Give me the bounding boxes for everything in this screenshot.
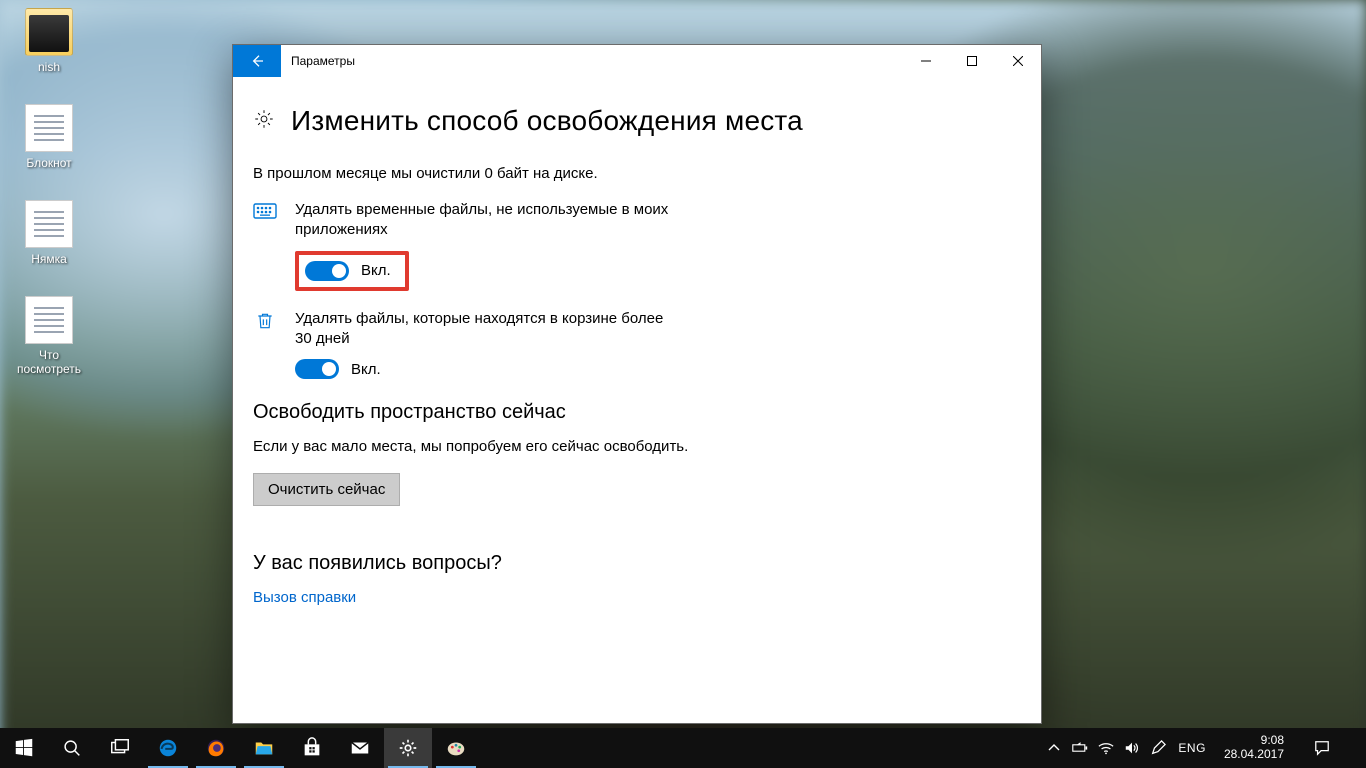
taskbar-app-mail[interactable] [336, 728, 384, 768]
last-cleaned-text: В прошлом месяце мы очистили 0 байт на д… [253, 165, 1021, 182]
desktop-icon-label: Что посмотреть [10, 348, 88, 376]
taskbar: ENG 9:08 28.04.2017 [0, 728, 1366, 768]
gear-icon [397, 737, 419, 759]
textfile-icon [25, 200, 73, 248]
textfile-icon [25, 104, 73, 152]
setting-recycle-bin: Удалять файлы, которые находятся в корзи… [253, 309, 1021, 380]
maximize-icon [967, 56, 977, 66]
toggle-recycle-bin[interactable]: Вкл. [295, 359, 675, 379]
setting-description: Удалять файлы, которые находятся в корзи… [295, 309, 675, 350]
page-title: Изменить способ освобождения места [291, 105, 803, 137]
annotation-highlight: Вкл. [295, 251, 409, 291]
window-content: Изменить способ освобождения места В про… [233, 77, 1041, 626]
toggle-label: Вкл. [361, 262, 391, 279]
battery-icon [1072, 740, 1088, 756]
action-center-button[interactable] [1302, 740, 1342, 756]
help-heading: У вас появились вопросы? [253, 552, 1021, 575]
minimize-button[interactable] [903, 45, 949, 77]
textfile-icon [25, 296, 73, 344]
notification-icon [1314, 740, 1330, 756]
close-icon [1013, 56, 1023, 66]
titlebar[interactable]: Параметры [233, 45, 1041, 77]
clock[interactable]: 9:08 28.04.2017 [1218, 734, 1290, 762]
desktop-icon-label: Нямка [10, 252, 88, 266]
clock-date: 28.04.2017 [1224, 748, 1284, 762]
system-tray[interactable] [1046, 740, 1166, 756]
trash-icon [253, 311, 277, 336]
start-button[interactable] [0, 728, 48, 768]
taskview-icon [109, 737, 131, 759]
minimize-icon [921, 56, 931, 66]
keyboard-icon [253, 202, 277, 227]
edge-icon [157, 737, 179, 759]
setting-temp-files: Удалять временные файлы, не используемые… [253, 200, 1021, 291]
gear-icon [253, 108, 275, 135]
settings-window: Параметры Изменить способ освобождения м… [232, 44, 1042, 724]
taskbar-left [0, 728, 480, 768]
taskbar-search[interactable] [48, 728, 96, 768]
toggle-temp-files[interactable]: Вкл. [305, 261, 391, 281]
desktop: nish Блокнот Нямка Что посмотреть Параме… [0, 0, 1366, 768]
taskbar-taskview[interactable] [96, 728, 144, 768]
clean-now-button[interactable]: Очистить сейчас [253, 473, 400, 506]
toggle-switch-on-icon [295, 359, 339, 379]
wifi-icon [1098, 740, 1114, 756]
taskbar-app-settings[interactable] [384, 728, 432, 768]
pen-icon [1150, 740, 1166, 756]
firefox-icon [205, 737, 227, 759]
taskbar-app-paint[interactable] [432, 728, 480, 768]
search-icon [61, 737, 83, 759]
desktop-icon-text[interactable]: Блокнот [10, 104, 88, 170]
maximize-button[interactable] [949, 45, 995, 77]
taskbar-app-firefox[interactable] [192, 728, 240, 768]
close-button[interactable] [995, 45, 1041, 77]
desktop-icon-label: Блокнот [10, 156, 88, 170]
arrow-left-icon [249, 53, 265, 69]
free-space-heading: Освободить пространство сейчас [253, 401, 1021, 424]
taskbar-app-explorer[interactable] [240, 728, 288, 768]
desktop-icon-text[interactable]: Нямка [10, 200, 88, 266]
paint-icon [445, 737, 467, 759]
store-icon [301, 737, 323, 759]
file-explorer-icon [253, 737, 275, 759]
toggle-switch-on-icon [305, 261, 349, 281]
taskbar-right: ENG 9:08 28.04.2017 [1036, 728, 1366, 768]
language-indicator[interactable]: ENG [1178, 741, 1206, 755]
taskbar-app-store[interactable] [288, 728, 336, 768]
window-controls [903, 45, 1041, 77]
clock-time: 9:08 [1224, 734, 1284, 748]
desktop-icon-text[interactable]: Что посмотреть [10, 296, 88, 376]
volume-icon [1124, 740, 1140, 756]
toggle-label: Вкл. [351, 361, 381, 378]
window-title: Параметры [291, 54, 355, 68]
desktop-icon-folder[interactable]: nish [10, 8, 88, 74]
page-header: Изменить способ освобождения места [253, 105, 1021, 137]
desktop-icon-label: nish [10, 60, 88, 74]
help-link[interactable]: Вызов справки [253, 589, 1021, 606]
setting-description: Удалять временные файлы, не используемые… [295, 200, 675, 241]
mail-icon [349, 737, 371, 759]
windows-logo-icon [13, 737, 35, 759]
folder-icon [25, 8, 73, 56]
back-button[interactable] [233, 45, 281, 77]
chevron-up-icon [1046, 740, 1062, 756]
free-space-text: Если у вас мало места, мы попробуем его … [253, 438, 1021, 455]
taskbar-app-edge[interactable] [144, 728, 192, 768]
